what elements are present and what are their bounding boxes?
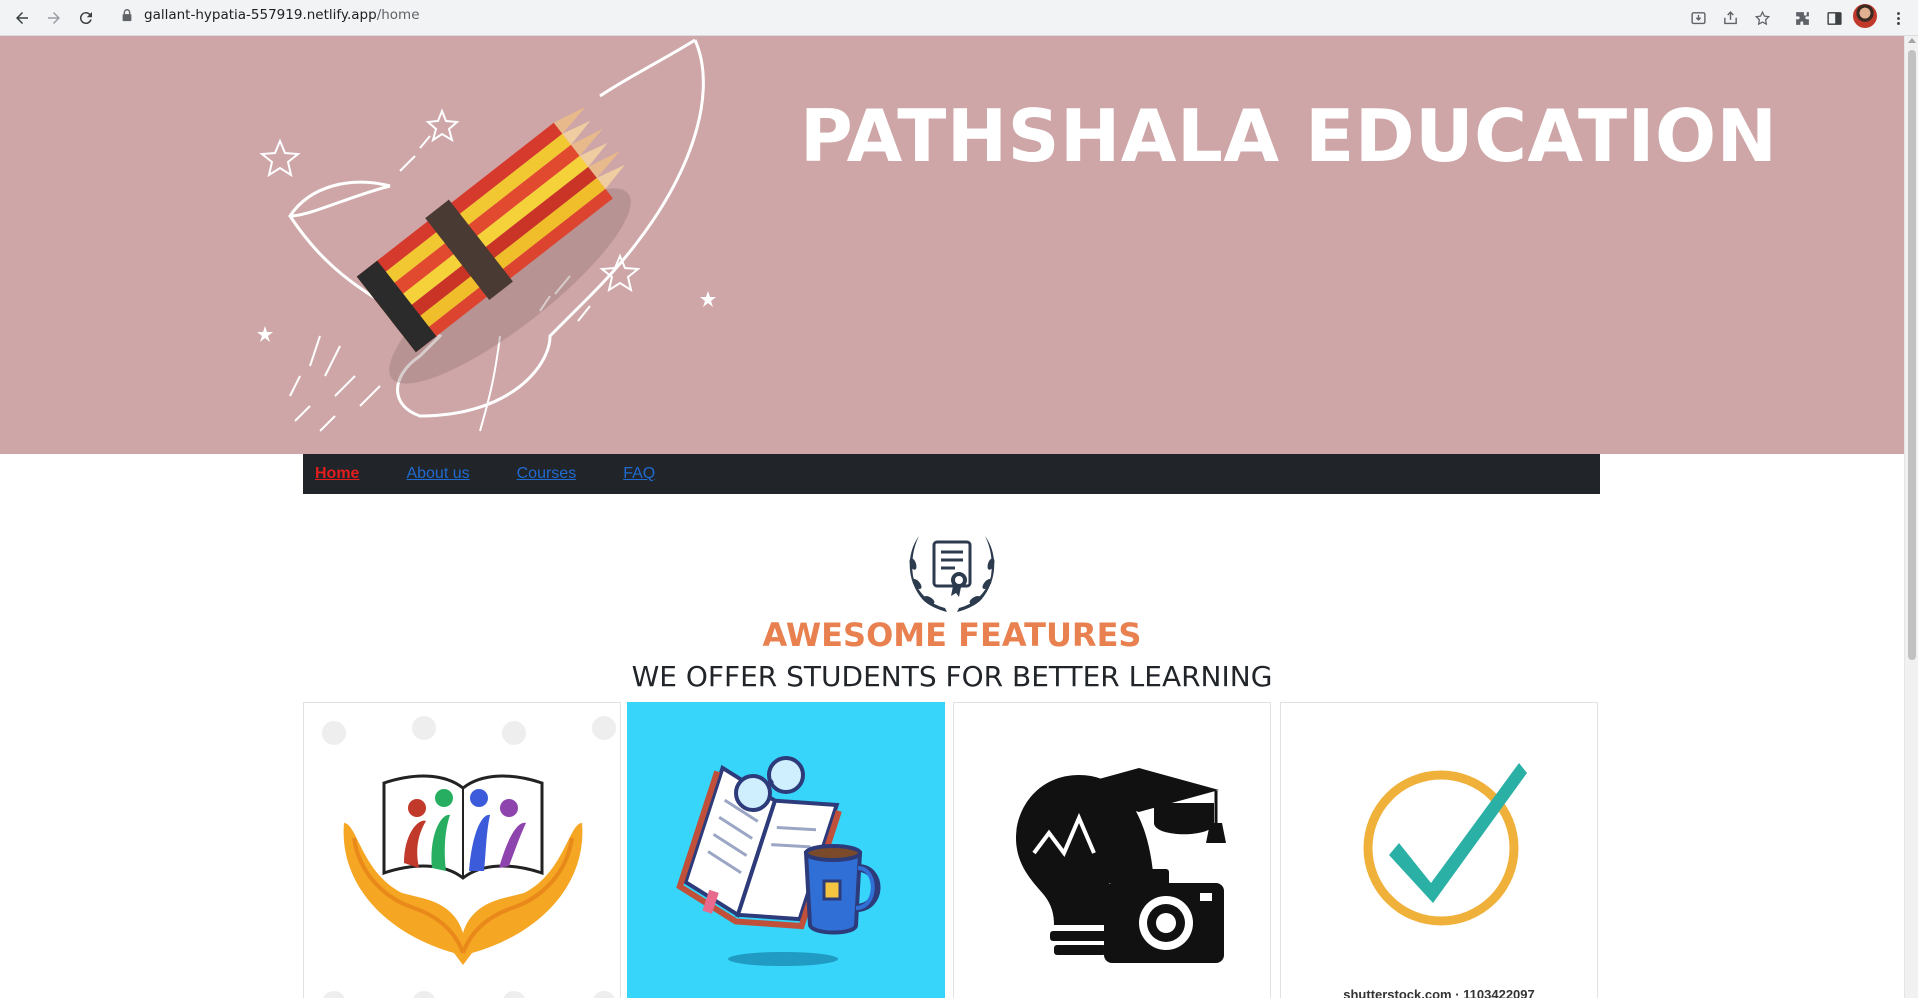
image-watermark-caption: shutterstock.com · 1103422097 [1343, 987, 1535, 998]
address-bar[interactable]: gallant-hypatia-557919.netlify.app/home [108, 1, 1708, 29]
features-subtitle: WE OFFER STUDENTS FOR BETTER LEARNING [631, 660, 1273, 693]
pencil-rocket-illustration [257, 38, 716, 432]
scroll-up-arrow-icon[interactable] [1908, 38, 1916, 43]
url-path: /home [376, 7, 420, 23]
share-icon[interactable] [1717, 5, 1743, 31]
feature-card[interactable] [953, 702, 1271, 998]
hero-banner: PATHSHALA EDUCATION [0, 36, 1904, 454]
feature-card[interactable]: shutterstock.com · 1103422097 [1280, 702, 1598, 998]
bookmark-star-icon[interactable] [1749, 5, 1775, 31]
install-icon[interactable] [1685, 5, 1711, 31]
features-title: AWESOME FEATURES [762, 616, 1142, 654]
book-glasses-mug-icon [676, 756, 881, 966]
url-text[interactable]: gallant-hypatia-557919.netlify.app/home [144, 7, 420, 23]
scrollbar-thumb[interactable] [1908, 50, 1916, 660]
reload-icon[interactable] [72, 4, 100, 32]
side-panel-icon[interactable] [1821, 5, 1847, 31]
hands-book-people-icon [322, 716, 616, 998]
main-navbar: Home About us Courses FAQ [303, 454, 1600, 494]
browser-toolbar: gallant-hypatia-557919.netlify.app/home [0, 0, 1918, 36]
bulb-graduation-camera-icon [1016, 768, 1226, 963]
forward-icon[interactable] [40, 4, 68, 32]
lock-icon[interactable] [120, 8, 134, 22]
page-scrollbar[interactable] [1904, 36, 1918, 998]
url-host: gallant-hypatia-557919.netlify.app [144, 7, 377, 23]
nav-home-link[interactable]: Home [315, 465, 359, 483]
nav-about-link[interactable]: About us [406, 465, 469, 483]
back-icon[interactable] [8, 4, 36, 32]
page-viewport: PATHSHALA EDUCATION Home About us Course… [0, 36, 1904, 998]
feature-card[interactable] [627, 702, 945, 998]
checkmark-circle-icon [1363, 763, 1527, 926]
certificate-laurel-icon [909, 536, 995, 612]
menu-kebab-icon[interactable] [1885, 5, 1911, 31]
nav-faq-link[interactable]: FAQ [623, 465, 655, 483]
site-title: PATHSHALA EDUCATION [800, 94, 1778, 178]
feature-card[interactable] [303, 702, 621, 998]
profile-avatar[interactable] [1853, 4, 1877, 28]
nav-courses-link[interactable]: Courses [517, 465, 577, 483]
extensions-icon[interactable] [1789, 5, 1815, 31]
